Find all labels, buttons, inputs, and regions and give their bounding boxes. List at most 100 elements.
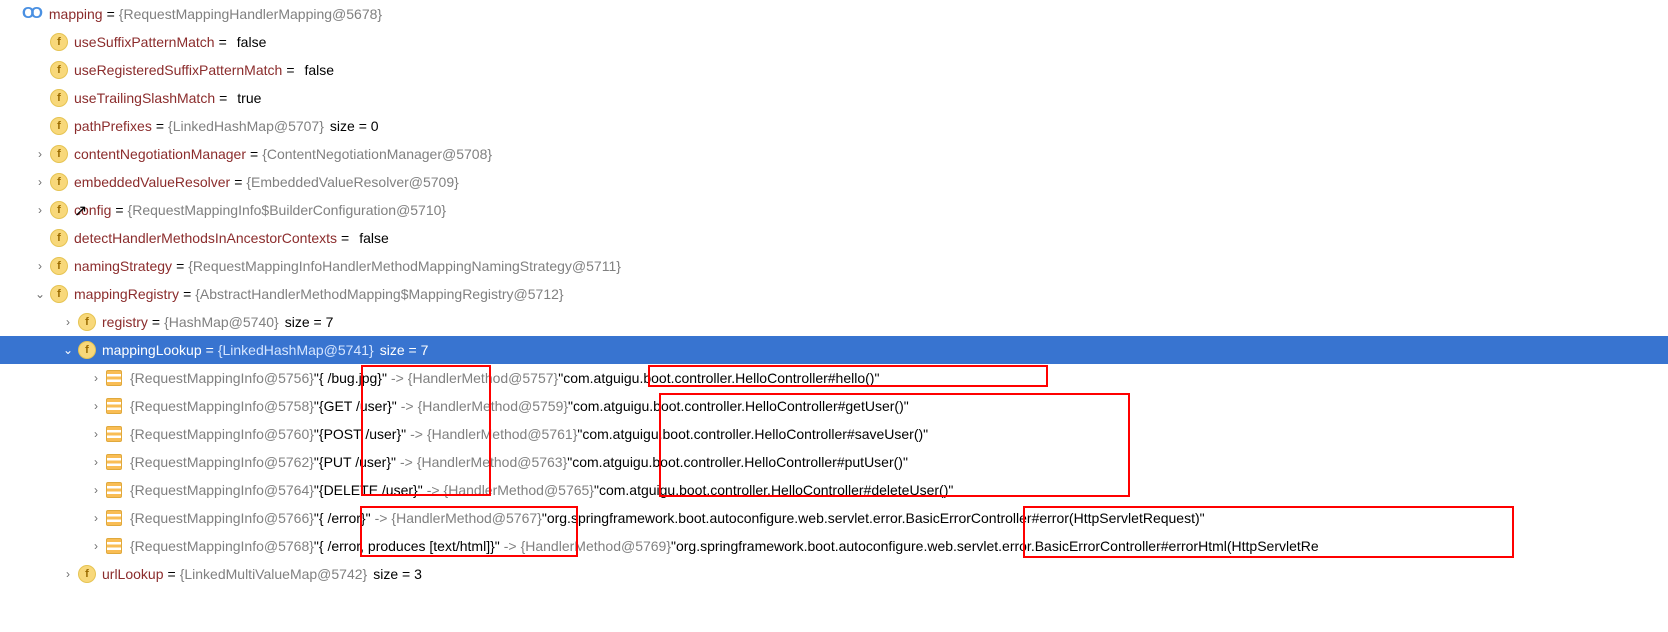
tree-row[interactable]: f useRegisteredSuffixPatternMatch = false	[0, 56, 1668, 84]
tree-row[interactable]: fuseSuffixPatternMatch = false	[0, 28, 1668, 56]
field-name: useRegisteredSuffixPatternMatch	[74, 62, 282, 78]
field-name: useSuffixPatternMatch	[74, 34, 215, 50]
expand-toggle[interactable]: ›	[60, 315, 76, 329]
field-value: {RequestMappingInfo@5764}	[130, 482, 314, 498]
tree-row[interactable]: ⌄fmappingRegistry = {AbstractHandlerMeth…	[0, 280, 1668, 308]
tree-row[interactable]: ›{RequestMappingInfo@5766} "{ /error}" -…	[0, 504, 1668, 532]
field-value: {RequestMappingInfo@5756}	[130, 370, 314, 386]
equals: =	[206, 342, 214, 358]
map-value-ref: {HandlerMethod@5759}	[418, 398, 568, 414]
expand-toggle[interactable]: ›	[88, 511, 104, 525]
map-value-ref: {HandlerMethod@5763}	[417, 454, 567, 470]
field-icon: f	[78, 313, 96, 331]
map-value: "org.springframework.boot.autoconfigure.…	[542, 510, 1205, 526]
field-value: {RequestMappingInfo@5768}	[130, 538, 314, 554]
tree-row[interactable]: ›furlLookup = {LinkedMultiValueMap@5742}…	[0, 560, 1668, 588]
field-value: {RequestMappingInfoHandlerMethodMappingN…	[188, 258, 621, 274]
tree-row[interactable]: › {RequestMappingInfo@5764} "{DELETE /use…	[0, 476, 1668, 504]
tree-row[interactable]: ›{RequestMappingInfo@5768} "{ /error, pr…	[0, 532, 1668, 560]
map-value: "org.springframework.boot.autoconfigure.…	[671, 538, 1319, 554]
field-literal: false	[237, 34, 267, 50]
tree-row[interactable]: fuseTrailingSlashMatch = true	[0, 84, 1668, 112]
field-icon: f	[78, 341, 96, 359]
map-value: "com.atguigu.boot.controller.HelloContro…	[567, 454, 908, 470]
field-value: {RequestMappingInfo@5766}	[130, 510, 314, 526]
field-name: embeddedValueResolver	[74, 174, 230, 190]
tree-row[interactable]: ›{RequestMappingInfo@5762} "{PUT /user}"…	[0, 448, 1668, 476]
expand-toggle[interactable]: ›	[88, 483, 104, 497]
equals: =	[234, 174, 242, 190]
mouse-cursor-icon: ↖	[74, 201, 87, 221]
field-icon: f	[50, 201, 68, 219]
field-name: namingStrategy	[74, 258, 172, 274]
tree-row[interactable]: ›{RequestMappingInfo@5760} "{POST /user}…	[0, 420, 1668, 448]
field-icon: f	[50, 173, 68, 191]
expand-toggle[interactable]: ›	[60, 567, 76, 581]
map-key: "{DELETE /user}"	[314, 482, 423, 498]
field-icon: f	[78, 565, 96, 583]
field-icon: f	[50, 257, 68, 275]
tree-row[interactable]: › {RequestMappingInfo@5756} "{ /bug.jpg}"…	[0, 364, 1668, 392]
field-icon: f	[50, 89, 68, 107]
expand-toggle[interactable]: ›	[32, 147, 48, 161]
map-entry-icon	[106, 482, 122, 498]
map-key: "{ /bug.jpg}"	[314, 370, 387, 386]
size-label: size = 0	[330, 118, 379, 134]
field-value: {AbstractHandlerMethodMapping$MappingReg…	[195, 286, 563, 302]
map-value: "com.atguigu.boot.controller.HelloContro…	[568, 398, 909, 414]
size-label: size = 7	[285, 314, 334, 330]
field-icon: f	[50, 145, 68, 163]
tree-row[interactable]: ›fcontentNegotiationManager = {ContentNe…	[0, 140, 1668, 168]
tree-row[interactable]: OOmapping = {RequestMappingHandlerMappin…	[0, 0, 1668, 28]
expand-toggle[interactable]: ⌄	[32, 287, 48, 301]
map-value-ref: {HandlerMethod@5757}	[408, 370, 558, 386]
field-name: mappingLookup	[102, 342, 202, 358]
tree-row[interactable]: fpathPrefixes = {LinkedHashMap@5707} siz…	[0, 112, 1668, 140]
tree-row[interactable]: ›{RequestMappingInfo@5758} "{GET /user}"…	[0, 392, 1668, 420]
field-icon: f	[50, 61, 68, 79]
expand-toggle[interactable]: ›	[32, 259, 48, 273]
map-key: "{PUT /user}"	[314, 454, 396, 470]
tree-row[interactable]: ›fnamingStrategy = {RequestMappingInfoHa…	[0, 252, 1668, 280]
expand-toggle[interactable]: ›	[88, 371, 104, 385]
expand-toggle[interactable]: ›	[88, 539, 104, 553]
field-value: {RequestMappingInfo@5758}	[130, 398, 314, 414]
tree-row[interactable]: ›f embeddedValueResolver = {EmbeddedValue…	[0, 168, 1668, 196]
arrow-icon: ->	[427, 482, 440, 498]
field-name: detectHandlerMethodsInAncestorContexts	[74, 230, 337, 246]
expand-toggle[interactable]: ›	[32, 203, 48, 217]
expand-toggle[interactable]: ›	[88, 399, 104, 413]
map-entry-icon	[106, 426, 122, 442]
tree-row[interactable]: fdetectHandlerMethodsInAncestorContexts …	[0, 224, 1668, 252]
expand-toggle[interactable]: ⌄	[60, 343, 76, 357]
equals: =	[183, 286, 191, 302]
field-literal: false	[305, 62, 335, 78]
expand-toggle[interactable]: ›	[88, 427, 104, 441]
map-entry-icon	[106, 510, 122, 526]
map-value: "com.atguigu.boot.controller.HelloContro…	[577, 426, 928, 442]
field-name: contentNegotiationManager	[74, 146, 246, 162]
equals: =	[168, 566, 176, 582]
field-name: mapping	[49, 6, 103, 22]
field-icon: f	[50, 33, 68, 51]
expand-toggle[interactable]: ›	[32, 175, 48, 189]
tree-row[interactable]: ›fconfig = {RequestMappingInfo$BuilderCo…	[0, 196, 1668, 224]
map-entry-icon	[106, 398, 122, 414]
field-value: {EmbeddedValueResolver@5709}	[246, 174, 458, 190]
field-value: {LinkedMultiValueMap@5742}	[180, 566, 368, 582]
field-value: {ContentNegotiationManager@5708}	[262, 146, 492, 162]
map-key: "{ /error}"	[314, 510, 371, 526]
watch-icon: OO	[22, 5, 39, 23]
map-key: "{POST /user}"	[314, 426, 406, 442]
map-value-ref: {HandlerMethod@5767}	[391, 510, 541, 526]
tree-row[interactable]: ⌄fmappingLookup = {LinkedHashMap@5741} s…	[0, 336, 1668, 364]
equals: =	[286, 62, 294, 78]
equals: =	[115, 202, 123, 218]
equals: =	[152, 314, 160, 330]
size-label: size = 7	[380, 342, 429, 358]
tree-row[interactable]: ›fregistry = {HashMap@5740} size = 7	[0, 308, 1668, 336]
field-literal: false	[359, 230, 389, 246]
map-value-ref: {HandlerMethod@5761}	[427, 426, 577, 442]
arrow-icon: ->	[391, 370, 404, 386]
expand-toggle[interactable]: ›	[88, 455, 104, 469]
